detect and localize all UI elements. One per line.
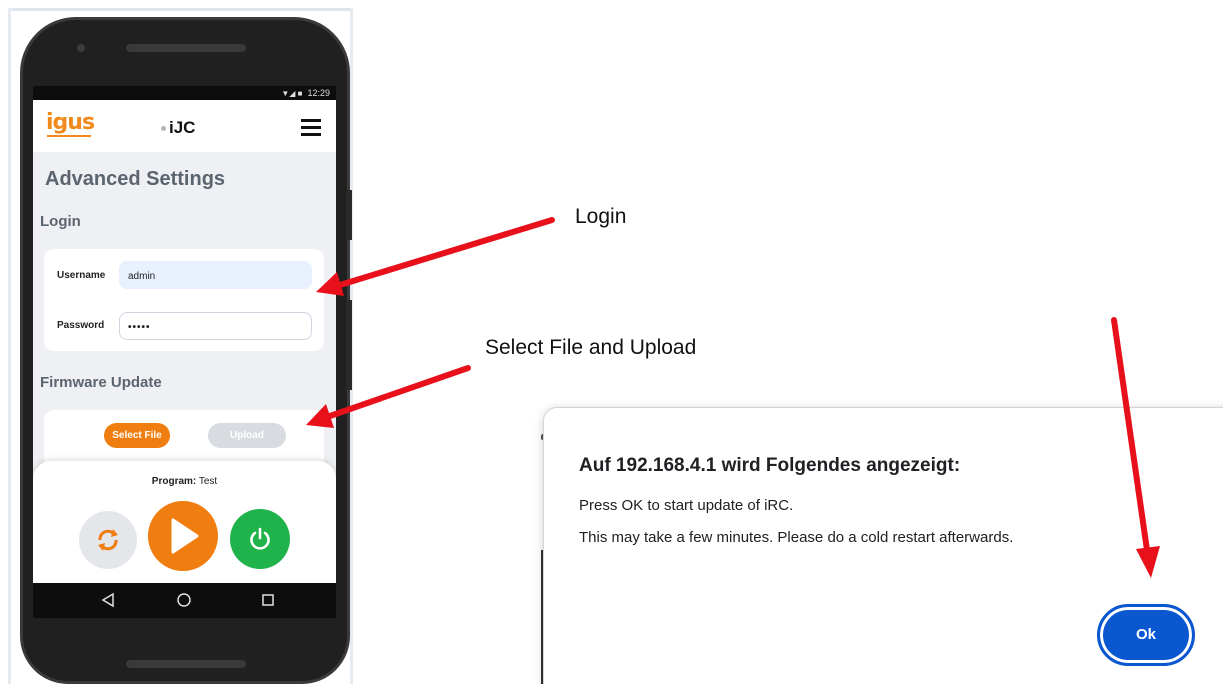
arrow-to-ok (1111, 317, 1160, 578)
arrow-to-firmware (306, 365, 471, 428)
annotation-arrows (306, 217, 1160, 578)
arrow-to-login (316, 217, 555, 296)
